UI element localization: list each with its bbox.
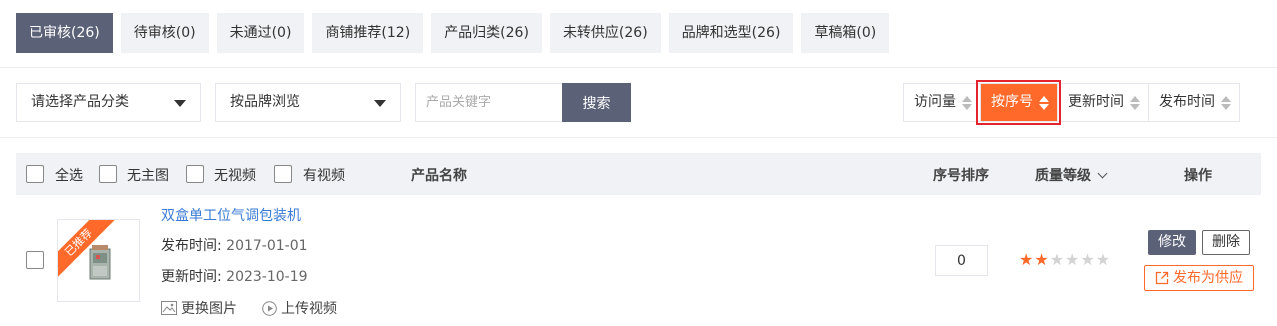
star-filled-icon: ★ — [1019, 250, 1034, 269]
tab-product-category[interactable]: 产品归类(26) — [431, 13, 542, 53]
image-icon — [161, 301, 177, 315]
column-quality-level[interactable]: 质量等级 — [1035, 165, 1108, 185]
category-select-value: 请选择产品分类 — [31, 94, 129, 110]
sort-visits[interactable]: 访问量 — [904, 84, 980, 121]
edit-button[interactable]: 修改 — [1148, 230, 1196, 255]
play-circle-icon — [262, 300, 277, 316]
select-all-label: 全选 — [55, 168, 83, 184]
no-video-checkbox[interactable] — [186, 165, 204, 183]
caret-down-icon — [374, 100, 386, 107]
publish-time-value: 2017-01-01 — [226, 238, 308, 254]
star-empty-icon: ★ — [1080, 250, 1095, 269]
caret-down-icon — [174, 100, 186, 107]
column-actions: 操作 — [1184, 168, 1212, 184]
sort-arrows-icon — [1039, 96, 1049, 110]
no-main-image-checkbox[interactable] — [99, 165, 117, 183]
divider — [0, 67, 1277, 68]
star-empty-icon: ★ — [1065, 250, 1080, 269]
column-quality-label: 质量等级 — [1035, 168, 1091, 184]
external-link-icon — [1155, 271, 1169, 285]
brand-select-value: 按品牌浏览 — [230, 94, 300, 110]
tab-brand-model[interactable]: 品牌和选型(26) — [668, 13, 794, 53]
order-number-input[interactable] — [935, 245, 988, 276]
tab-not-supply[interactable]: 未转供应(26) — [549, 13, 661, 53]
divider — [0, 137, 1277, 138]
column-order-sort[interactable]: 序号排序 — [933, 165, 989, 185]
update-time-value: 2023-10-19 — [226, 269, 308, 285]
upload-video-link[interactable]: 上传视频 — [262, 298, 337, 318]
sort-arrows-icon — [962, 96, 972, 110]
star-empty-icon: ★ — [1095, 250, 1111, 269]
tab-pending[interactable]: 待审核(0) — [120, 13, 209, 53]
star-filled-icon: ★ — [1034, 250, 1049, 269]
status-tabs: 已审核(26) 待审核(0) 未通过(0) 商铺推荐(12) 产品归类(26) … — [16, 13, 890, 53]
sort-publish-time-label: 发布时间 — [1159, 94, 1215, 110]
publish-supply-button[interactable]: 发布为供应 — [1144, 265, 1254, 291]
replace-image-label: 更换图片 — [181, 301, 237, 317]
sort-arrows-icon — [1221, 96, 1231, 110]
search-button[interactable]: 搜索 — [562, 83, 631, 122]
product-title-link[interactable]: 双盒单工位气调包装机 — [161, 205, 301, 225]
column-product-name: 产品名称 — [411, 168, 467, 184]
sort-publish-time[interactable]: 发布时间 — [1148, 84, 1239, 121]
sort-visits-label: 访问量 — [914, 94, 956, 110]
update-time-label: 更新时间: — [161, 269, 222, 285]
product-image — [89, 245, 111, 280]
tab-approved[interactable]: 已审核(26) — [16, 13, 113, 53]
sort-group: 访问量 按序号 更新时间 发布时间 — [903, 80, 1240, 125]
sort-update-time-label: 更新时间 — [1068, 94, 1124, 110]
publish-supply-label: 发布为供应 — [1173, 270, 1243, 286]
sort-arrows-icon — [1130, 96, 1140, 110]
product-thumbnail[interactable]: 已推荐 — [57, 219, 140, 302]
chevron-down-icon — [1097, 168, 1108, 179]
tab-drafts[interactable]: 草稿箱(0) — [801, 13, 890, 53]
tab-shop-recommended[interactable]: 商铺推荐(12) — [312, 13, 424, 53]
select-all-checkbox[interactable] — [26, 165, 44, 183]
star-empty-icon: ★ — [1049, 250, 1065, 269]
has-video-label: 有视频 — [303, 168, 345, 184]
upload-video-label: 上传视频 — [281, 301, 337, 317]
sort-update-time[interactable]: 更新时间 — [1057, 84, 1148, 121]
sort-by-order[interactable]: 按序号 — [976, 80, 1061, 125]
quality-rating: ★ ★ ★ ★ ★ ★ — [1019, 251, 1110, 269]
publish-time: 发布时间: 2017-01-01 — [161, 235, 308, 255]
no-main-image-label: 无主图 — [127, 168, 169, 184]
delete-button[interactable]: 删除 — [1202, 230, 1250, 255]
brand-select[interactable]: 按品牌浏览 — [215, 83, 401, 122]
sort-by-order-label: 按序号 — [991, 94, 1033, 110]
keyword-input[interactable] — [415, 83, 562, 122]
no-video-label: 无视频 — [214, 168, 256, 184]
replace-image-link[interactable]: 更换图片 — [161, 298, 237, 318]
category-select[interactable]: 请选择产品分类 — [16, 83, 201, 122]
tab-rejected[interactable]: 未通过(0) — [216, 13, 305, 53]
has-video-checkbox[interactable] — [274, 165, 292, 183]
table-header: 全选 无主图 无视频 有视频 产品名称 序号排序 质量等级 操作 — [16, 153, 1261, 195]
publish-time-label: 发布时间: — [161, 238, 222, 254]
row-checkbox[interactable] — [26, 251, 44, 269]
update-time: 更新时间: 2023-10-19 — [161, 266, 308, 286]
